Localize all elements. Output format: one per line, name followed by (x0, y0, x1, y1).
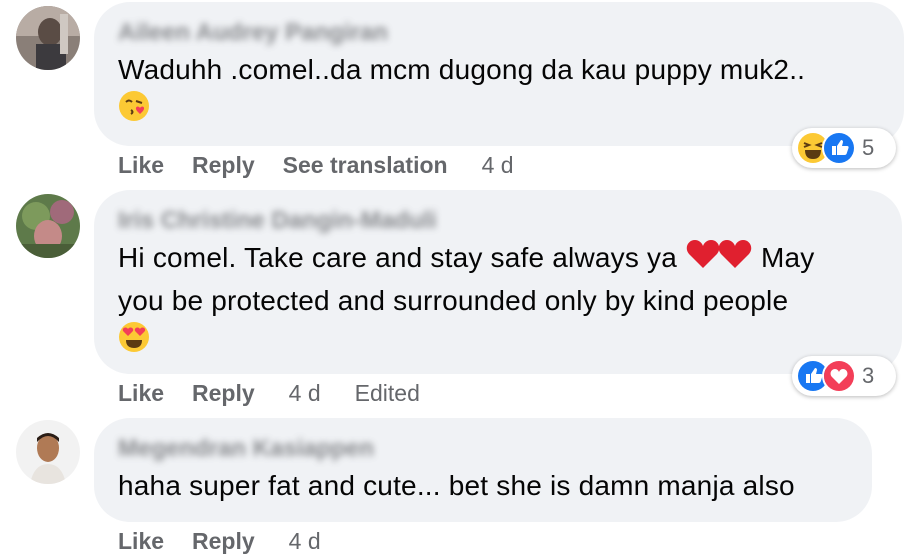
timestamp[interactable]: 4 d (289, 528, 321, 554)
edited-label[interactable]: Edited (355, 380, 420, 406)
comment-actions: Like Reply 4 d (118, 526, 349, 556)
reactions-summary[interactable]: 3 (792, 356, 896, 396)
comment-author[interactable]: Iris Christine Dangin-Maduli (118, 208, 878, 234)
red-heart-icon (717, 238, 753, 281)
comment-line: Hi comel. Take care and stay safe always… (118, 242, 678, 273)
comment-author[interactable]: Aileen Audrey Pangiran (118, 20, 880, 46)
reply-button[interactable]: Reply (192, 528, 255, 554)
avatar[interactable] (16, 420, 80, 484)
smiling-face-heart-eyes-icon (118, 321, 150, 364)
like-button[interactable]: Like (118, 380, 164, 406)
timestamp[interactable]: 4 d (482, 152, 514, 178)
love-reaction-icon (822, 359, 856, 393)
like-reaction-icon (822, 131, 856, 165)
comment-author[interactable]: Megendran Kasiappen (118, 436, 848, 462)
reply-button[interactable]: Reply (192, 152, 255, 178)
face-blowing-kiss-icon (118, 90, 150, 133)
avatar[interactable] (16, 194, 80, 258)
comment-actions: Like Reply 4 d Edited (118, 378, 448, 408)
comment-actions: Like Reply See translation 4 d (118, 150, 542, 180)
comment-line: Waduhh .comel..da mcm dugong da kau pupp… (118, 54, 806, 85)
comment-line: May (760, 242, 815, 273)
comment-text: haha super fat and cute... bet she is da… (118, 466, 848, 506)
reply-button[interactable]: Reply (192, 380, 255, 406)
red-heart-icon (685, 238, 721, 281)
comment-line: haha super fat and cute... bet she is da… (118, 470, 795, 501)
comment-line: you be protected and surrounded only by … (118, 285, 789, 317)
timestamp[interactable]: 4 d (289, 380, 321, 406)
comment-bubble: Aileen Audrey Pangiran Waduhh .comel..da… (94, 2, 904, 146)
reactions-summary[interactable]: 5 (792, 128, 896, 168)
comment-text: Waduhh .comel..da mcm dugong da kau pupp… (118, 50, 880, 130)
like-button[interactable]: Like (118, 528, 164, 554)
avatar[interactable] (16, 6, 80, 70)
reaction-count: 5 (862, 135, 875, 160)
comment-bubble: Megendran Kasiappen haha super fat and c… (94, 418, 872, 522)
comment-text: Hi comel. Take care and stay safe always… (118, 238, 878, 361)
see-translation-button[interactable]: See translation (283, 152, 448, 178)
like-button[interactable]: Like (118, 152, 164, 178)
reaction-count: 3 (862, 363, 875, 388)
comment-bubble: Iris Christine Dangin-Maduli Hi comel. T… (94, 190, 902, 374)
